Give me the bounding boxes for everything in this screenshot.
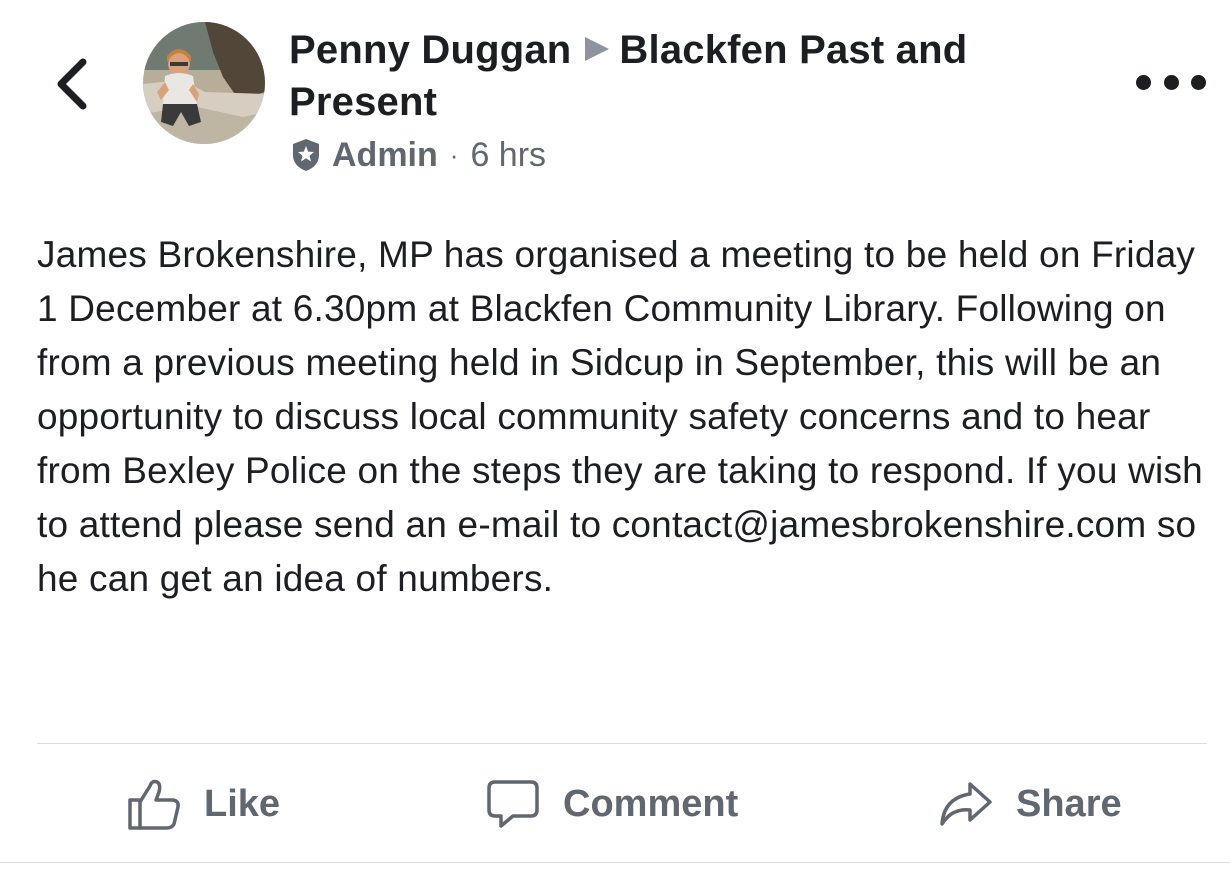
- like-button[interactable]: Like: [126, 774, 280, 834]
- divider: [0, 862, 1230, 863]
- share-button[interactable]: Share: [938, 774, 1122, 834]
- like-label: Like: [204, 782, 281, 825]
- divider: [37, 743, 1207, 744]
- post-meta: Admin · 6 hrs: [290, 133, 546, 177]
- meta-separator: ·: [449, 139, 459, 170]
- more-horizontal-icon: [1136, 74, 1151, 90]
- post-title: Penny Duggan Blackfen Past and Present: [289, 24, 1049, 128]
- more-horizontal-icon: [1191, 74, 1206, 90]
- comment-bubble-icon: [485, 776, 541, 832]
- more-options-button[interactable]: [1136, 62, 1206, 102]
- action-bar: Like Comment Share: [0, 750, 1230, 860]
- thumbs-up-icon: [126, 776, 182, 832]
- timestamp[interactable]: 6 hrs: [470, 136, 546, 175]
- admin-shield-icon: [290, 137, 322, 173]
- back-button[interactable]: [44, 52, 100, 116]
- comment-label: Comment: [563, 782, 739, 825]
- share-arrow-icon: [938, 776, 994, 832]
- author-name[interactable]: Penny Duggan: [289, 28, 571, 72]
- comment-button[interactable]: Comment: [485, 774, 738, 834]
- arrow-right-icon: [585, 37, 610, 61]
- share-label: Share: [1016, 782, 1122, 825]
- more-horizontal-icon: [1163, 74, 1179, 90]
- post-text: James Brokenshire, MP has organised a me…: [37, 234, 1203, 599]
- chevron-left-icon: [57, 58, 87, 110]
- post-header: Penny Duggan Blackfen Past and Present Ad…: [0, 0, 1230, 200]
- role-label: Admin: [332, 135, 438, 174]
- avatar[interactable]: [143, 22, 265, 144]
